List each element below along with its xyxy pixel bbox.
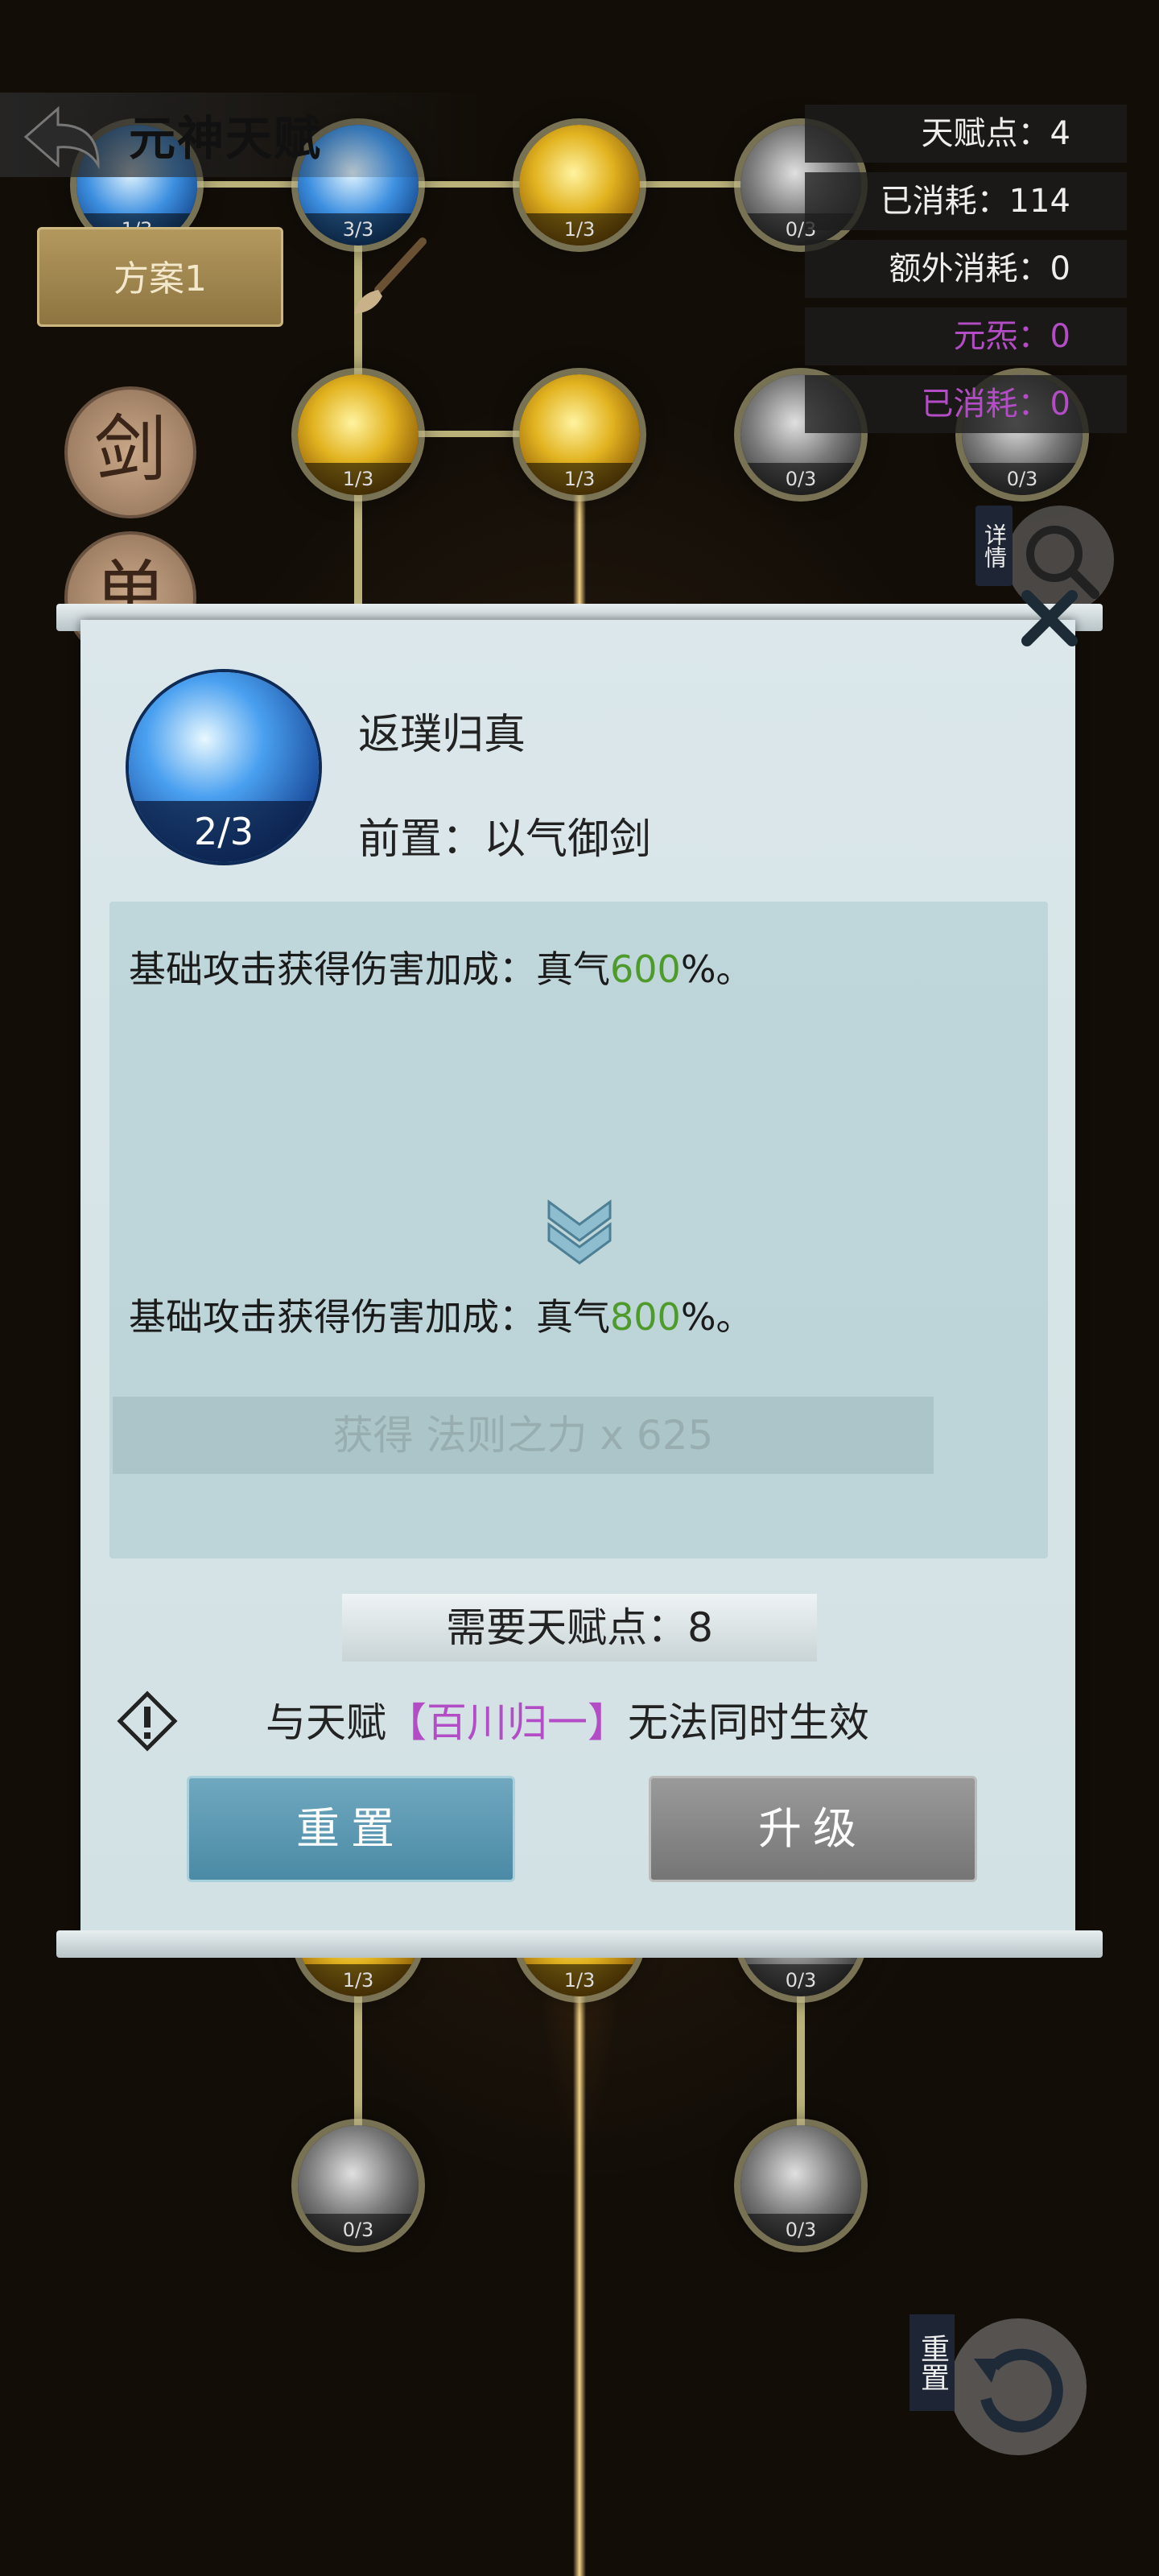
refresh-icon	[974, 2348, 1063, 2433]
talent-node[interactable]: 1/3	[519, 125, 640, 246]
chevron-down-icon	[547, 1199, 612, 1265]
conflict-prefix: 与天赋	[266, 1699, 386, 1746]
talent-level: 2/3	[129, 801, 319, 862]
yuanqi-consumed: 已消耗：0	[805, 375, 1127, 433]
node-level: 0/3	[740, 463, 861, 495]
scroll-rod-bottom	[56, 1930, 1103, 1958]
conflict-suffix: 无法同时生效	[628, 1699, 869, 1746]
node-level: 1/3	[519, 1964, 640, 1996]
close-icon[interactable]	[1017, 586, 1082, 650]
node-level: 0/3	[962, 463, 1083, 495]
node-level: 0/3	[740, 1964, 861, 1996]
stats-panel: 天赋点：4 已消耗：114 额外消耗：0 元炁：0 已消耗：0	[805, 105, 1127, 443]
next-effect-suffix: %。	[680, 1295, 753, 1339]
talent-node[interactable]: 1/3	[519, 374, 640, 495]
talent-icon: 2/3	[129, 672, 319, 862]
node-level: 1/3	[298, 1964, 419, 1996]
current-effect: 基础攻击获得伤害加成：真气600%。	[129, 940, 753, 993]
next-effect: 基础攻击获得伤害加成：真气800%。	[129, 1288, 753, 1341]
tree-reset-button[interactable]	[950, 2318, 1087, 2455]
tree-reset-tag[interactable]: 重置	[909, 2314, 955, 2411]
conflict-talent-name: 【百川归一】	[386, 1699, 628, 1746]
current-effect-value: 600	[610, 947, 681, 991]
required-points: 需要天赋点：8	[342, 1594, 817, 1662]
reward-ghost-text: 获得 法则之力 x 625	[113, 1397, 934, 1474]
yuanqi-points: 元炁：0	[805, 308, 1127, 365]
conflict-notice: 与天赋【百川归一】无法同时生效	[266, 1690, 869, 1748]
tree-connector	[185, 181, 797, 188]
consumed-points: 已消耗：114	[805, 172, 1127, 230]
node-level: 1/3	[298, 463, 419, 495]
detail-tag[interactable]: 详情	[975, 506, 1013, 586]
next-effect-value: 800	[610, 1295, 681, 1339]
talent-node[interactable]: 0/3	[740, 2125, 861, 2246]
warning-icon	[117, 1690, 178, 1752]
node-level: 0/3	[740, 2214, 861, 2246]
node-level: 1/3	[519, 213, 640, 246]
sword-category-icon[interactable]: 剑	[64, 386, 196, 518]
talent-node[interactable]: 1/3	[298, 374, 419, 495]
reset-button[interactable]: 重置	[187, 1776, 515, 1882]
talent-name: 返璞归真	[358, 711, 526, 759]
talent-node[interactable]: 0/3	[298, 2125, 419, 2246]
next-effect-text: 基础攻击获得伤害加成：真气	[129, 1295, 610, 1339]
back-arrow-icon[interactable]	[18, 101, 106, 173]
current-effect-suffix: %。	[680, 947, 753, 991]
extra-consumption: 额外消耗：0	[805, 240, 1127, 298]
upgrade-button[interactable]: 升级	[649, 1776, 977, 1882]
talent-points: 天赋点：4	[805, 105, 1127, 163]
plan-button[interactable]: 方案1	[37, 227, 283, 327]
node-level: 0/3	[298, 2214, 419, 2246]
node-level: 1/3	[519, 463, 640, 495]
brush-icon[interactable]	[346, 233, 435, 322]
page-title: 元神天赋	[129, 111, 323, 166]
current-effect-text: 基础攻击获得伤害加成：真气	[129, 947, 610, 991]
talent-prerequisite: 前置：以气御剑	[358, 815, 652, 864]
